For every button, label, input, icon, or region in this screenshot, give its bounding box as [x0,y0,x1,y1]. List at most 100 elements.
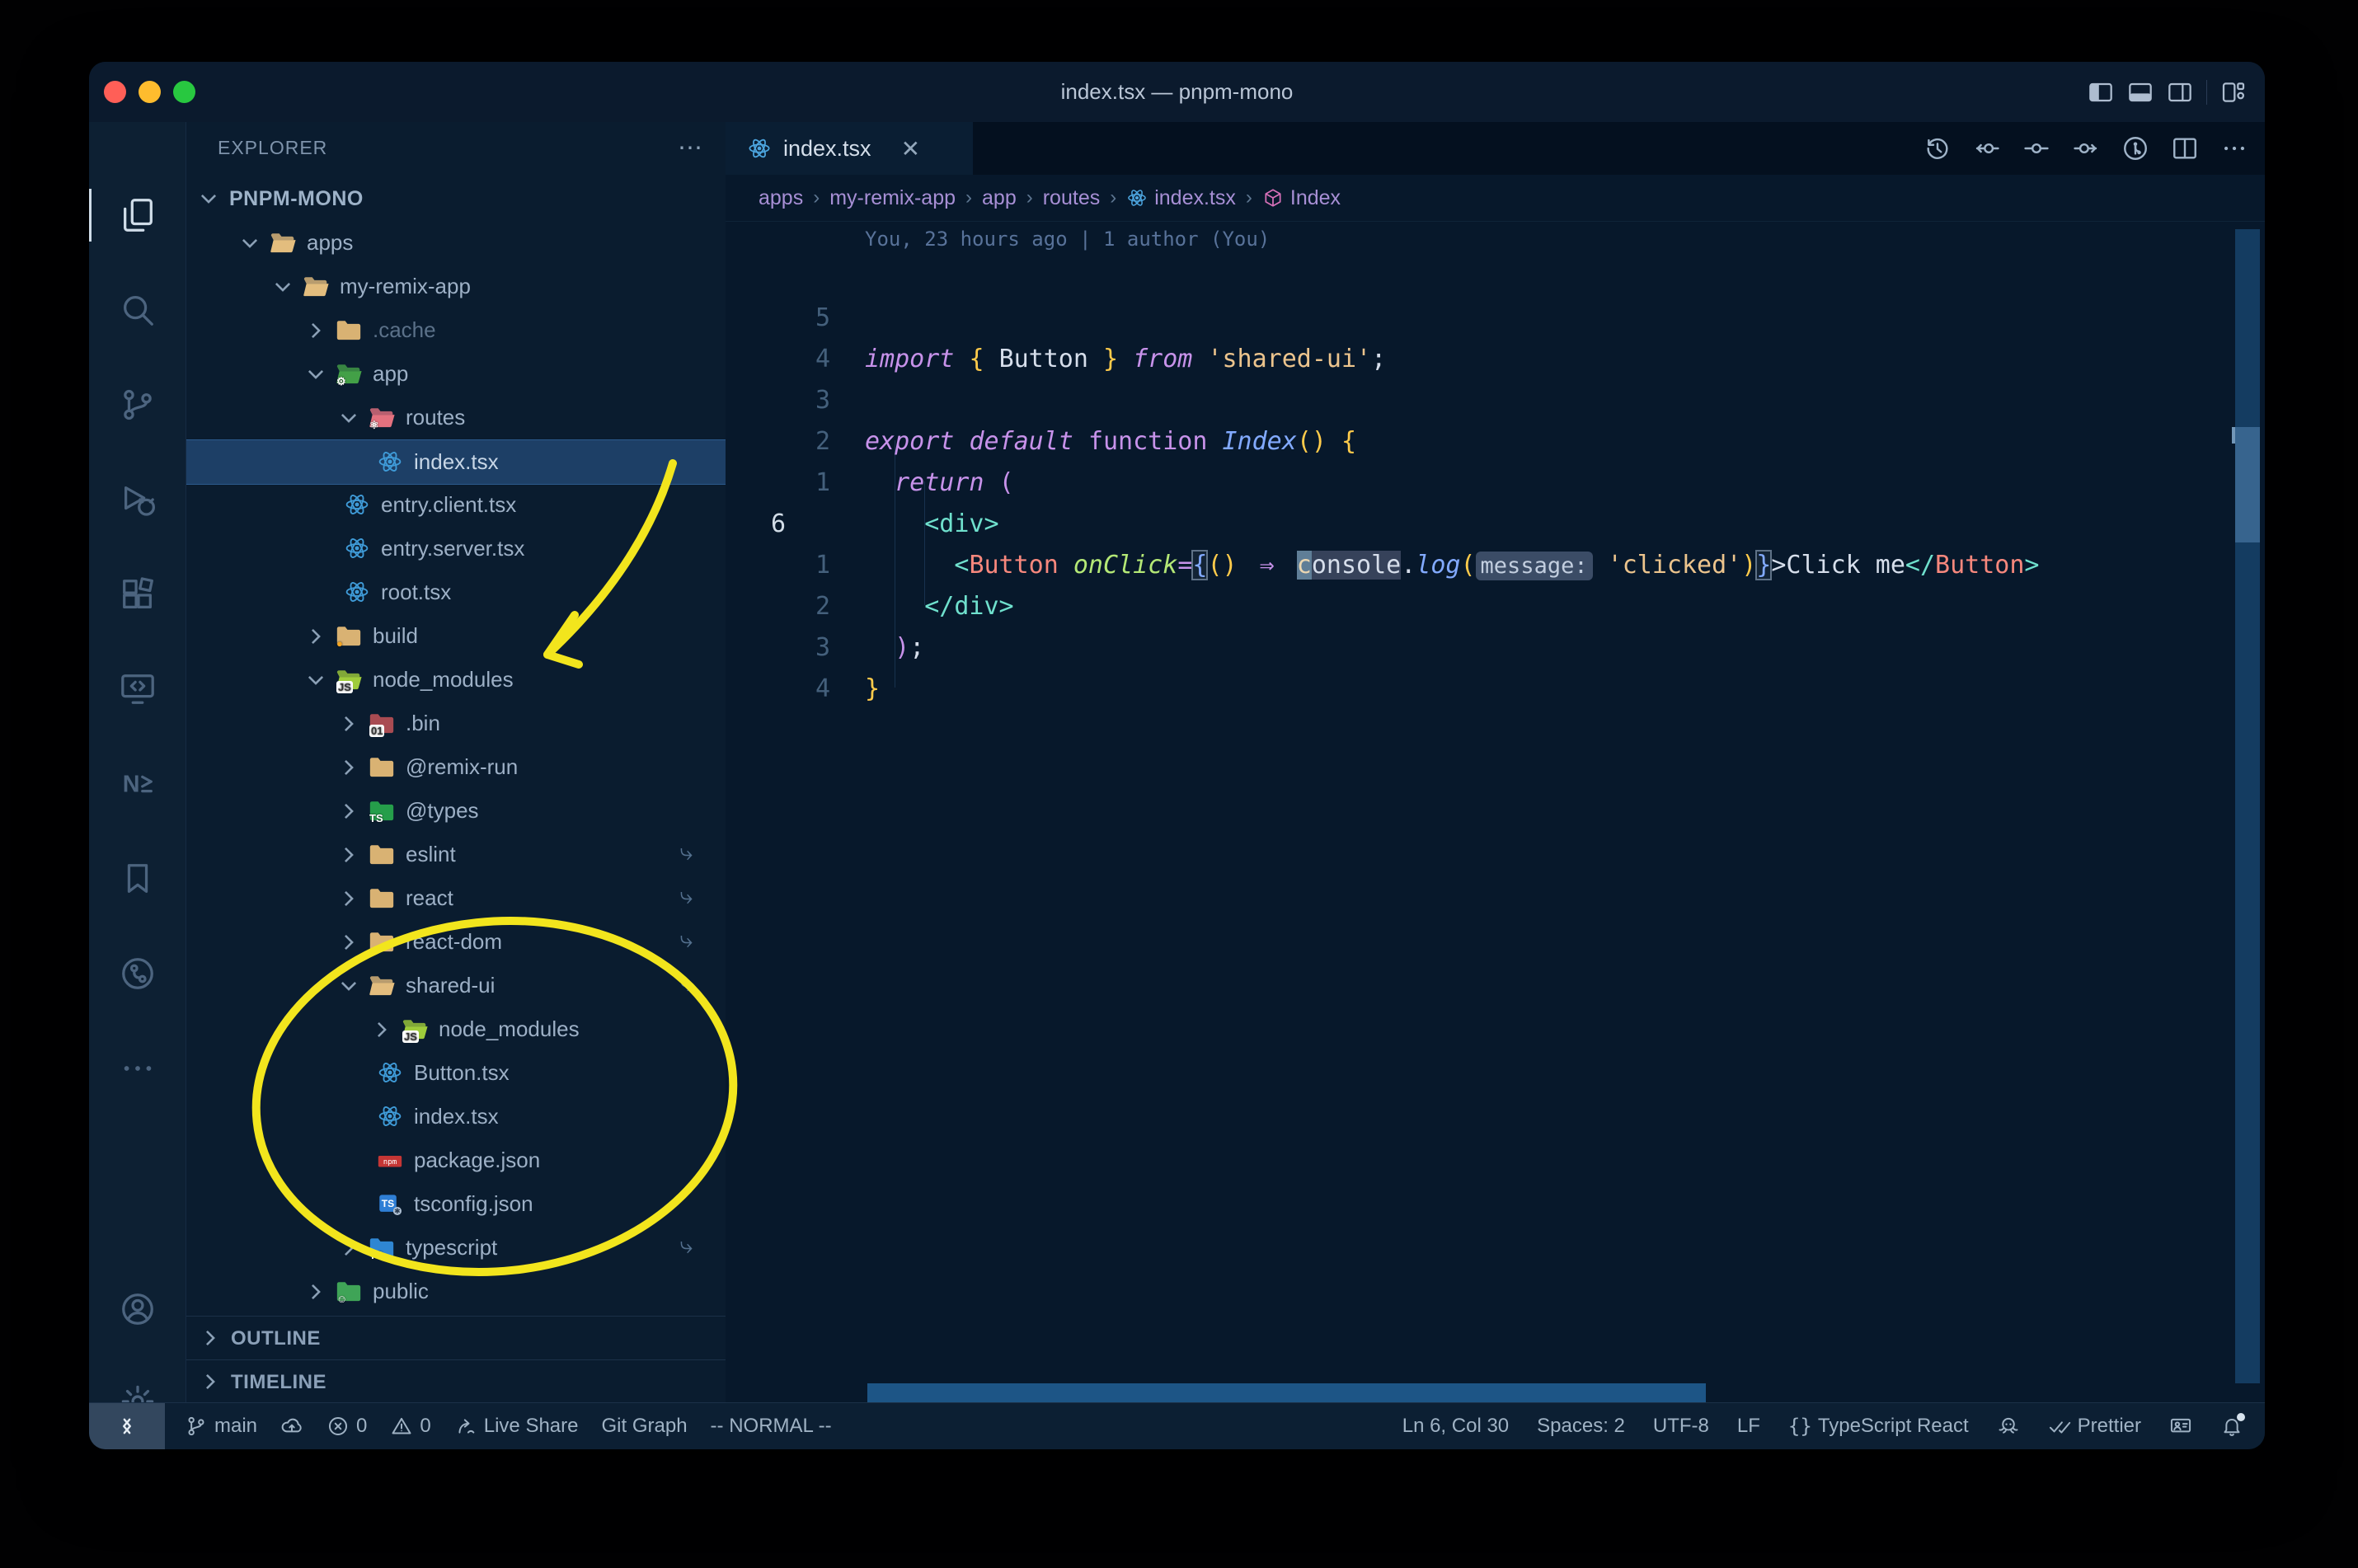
tree-item-.cache[interactable]: .cache [186,308,726,352]
status-notifications[interactable] [2220,1413,2245,1438]
activity-item-remote-explorer[interactable] [89,648,186,730]
vertical-scrollbar-thumb[interactable] [2235,427,2260,542]
tree-item-apps[interactable]: apps [186,221,726,265]
status-copilot[interactable] [1997,1415,2020,1438]
tree-item-tsconfig.json[interactable]: TS ✱ tsconfig.json [186,1182,726,1226]
more-actions-icon[interactable] [2220,134,2248,162]
code-line-2[interactable]: 2 return ( [726,380,2232,497]
status-eol[interactable]: LF [1737,1415,1760,1438]
tree-item-index.tsx[interactable]: index.tsx [186,1095,726,1138]
explorer-more-actions-icon[interactable]: ⋯ [678,134,704,162]
tree-item-index.tsx[interactable]: index.tsx [186,439,726,485]
gitlens-graph-icon[interactable] [2121,134,2149,162]
layout-customize-icon[interactable] [2220,79,2247,106]
activity-item-search[interactable] [89,269,186,351]
tree-item-label: eslint [406,842,456,866]
split-editor-icon[interactable] [2171,134,2199,162]
horizontal-scrollbar-thumb[interactable] [867,1383,1706,1403]
layout-panel-bottom-icon[interactable] [2127,79,2154,106]
file-react-icon [376,448,404,475]
code-line-5[interactable]: 5 import { Button } from 'shared-ui'; [726,256,2232,373]
tree-item-node_modules[interactable]: JS node_modules [186,658,726,702]
status-indentation[interactable]: Spaces: 2 [1537,1415,1625,1438]
status-language-mode[interactable]: {} TypeScript React [1788,1415,1969,1438]
breadcrumb-item-my-remix-app[interactable]: my-remix-app [829,186,956,210]
tree-item-Button.tsx[interactable]: Button.tsx [186,1051,726,1095]
code-line-2[interactable]: 2 ); [726,545,2232,662]
activity-item-extensions[interactable] [89,553,186,636]
explorer-icon [119,196,157,234]
status-formatter[interactable]: Prettier [2048,1415,2141,1438]
folder-types-icon: TS [368,797,396,824]
tab-index-tsx[interactable]: index.tsx ✕ [726,122,973,175]
tree-item-app[interactable]: ⚙ app [186,352,726,396]
layout-sidebar-left-icon[interactable] [2088,79,2114,106]
breadcrumb-item-app[interactable]: app [982,186,1017,210]
status-vim-mode[interactable]: -- NORMAL -- [711,1415,832,1438]
tree-item-eslint[interactable]: eslint ⤷ [186,833,726,876]
code-line-4[interactable]: 4 [726,298,2232,373]
code-area[interactable]: 5 import { Button } from 'shared-ui'; 4 … [726,256,2232,1403]
tree-item-@remix-run[interactable]: @remix-run [186,745,726,789]
status-label: Git Graph [601,1415,688,1437]
close-tab-icon[interactable]: ✕ [901,135,920,162]
status-feedback[interactable] [2169,1415,2192,1438]
breadcrumb-item-Index[interactable]: Index [1262,186,1341,210]
status-warnings[interactable]: 0 [390,1415,431,1438]
status-errors[interactable]: 0 [326,1415,367,1438]
activity-item-explorer[interactable] [89,174,186,256]
next-change-icon[interactable] [2072,134,2100,162]
code-line-1[interactable]: 1 <div> [726,421,2232,538]
status-live-share[interactable]: Live Share [454,1415,579,1438]
status-git-branch[interactable]: main [185,1415,257,1438]
code-line-6[interactable]: 6 <Button onClick={() ⇒ console.log(mess… [726,462,2232,580]
activity-item-bookmarks[interactable] [89,838,186,920]
tree-item-node_modules[interactable]: JS node_modules [186,1007,726,1051]
code-line-4[interactable]: 4 [726,627,2232,703]
tree-item-entry.client.tsx[interactable]: entry.client.tsx [186,483,726,527]
status-encoding[interactable]: UTF-8 [1653,1415,1709,1438]
activity-item-additional-views[interactable] [89,1027,186,1110]
tree-item-root.tsx[interactable]: root.tsx [186,570,726,614]
activity-item-run-debug[interactable] [89,458,186,541]
layout-sidebar-right-icon[interactable] [2167,79,2193,106]
tree-item-typescript[interactable]: TS typescript ⤷ [186,1226,726,1270]
git-blame-codelens[interactable]: You, 23 hours ago | 1 author (You) [865,228,1270,256]
breadcrumb-item-apps[interactable]: apps [759,186,803,210]
code-line-1[interactable]: 1 </div> [726,504,2232,621]
status-sync[interactable] [280,1415,303,1438]
vertical-scrollbar[interactable] [2232,229,2260,1383]
activity-item-gitlens[interactable] [89,932,186,1015]
activity-item-source-control[interactable] [89,364,186,446]
tree-item-label: shared-ui [406,973,496,998]
tree-item-my-remix-app[interactable]: my-remix-app [186,265,726,308]
tree-item-package.json[interactable]: npm package.json [186,1138,726,1182]
timeline-section-header[interactable]: TIMELINE [186,1359,726,1403]
file-history-icon[interactable] [1924,134,1952,162]
breadcrumb-item-index.tsx[interactable]: index.tsx [1126,186,1236,210]
remote-indicator[interactable] [89,1403,165,1449]
breadcrumb-item-routes[interactable]: routes [1043,186,1100,210]
tree-item-.bin[interactable]: 01 .bin [186,702,726,745]
tree-item-@types[interactable]: TS @types [186,789,726,833]
tree-item-react[interactable]: react ⤷ [186,876,726,920]
tree-item-entry.server.tsx[interactable]: entry.server.tsx [186,527,726,570]
tree-item-react-dom[interactable]: react-dom ⤷ [186,920,726,964]
code-line-3[interactable]: 3 } [726,586,2232,703]
status-cursor-position[interactable]: Ln 6, Col 30 [1402,1415,1509,1438]
tree-item-routes[interactable]: ⚛ routes [186,396,726,439]
svg-text:✱: ✱ [394,1207,401,1215]
workspace-root-item[interactable]: PNPM-MONO [186,177,726,221]
status-git-graph[interactable]: Git Graph [602,1415,688,1438]
tree-item-public[interactable]: ☺ public [186,1270,726,1313]
prev-change-icon[interactable] [1973,134,2001,162]
current-change-icon[interactable] [2022,134,2050,162]
tree-item-label: my-remix-app [340,274,471,298]
outline-section-header[interactable]: OUTLINE [186,1316,726,1360]
tree-item-build[interactable]: ● build [186,614,726,658]
status-label: 0 [420,1415,431,1437]
activity-item-accounts[interactable] [89,1268,186,1350]
code-line-3[interactable]: 3 export default function Index() { [726,339,2232,456]
tree-item-shared-ui[interactable]: shared-ui ⤷ [186,964,726,1007]
activity-item-nx-console[interactable]: N [89,743,186,825]
